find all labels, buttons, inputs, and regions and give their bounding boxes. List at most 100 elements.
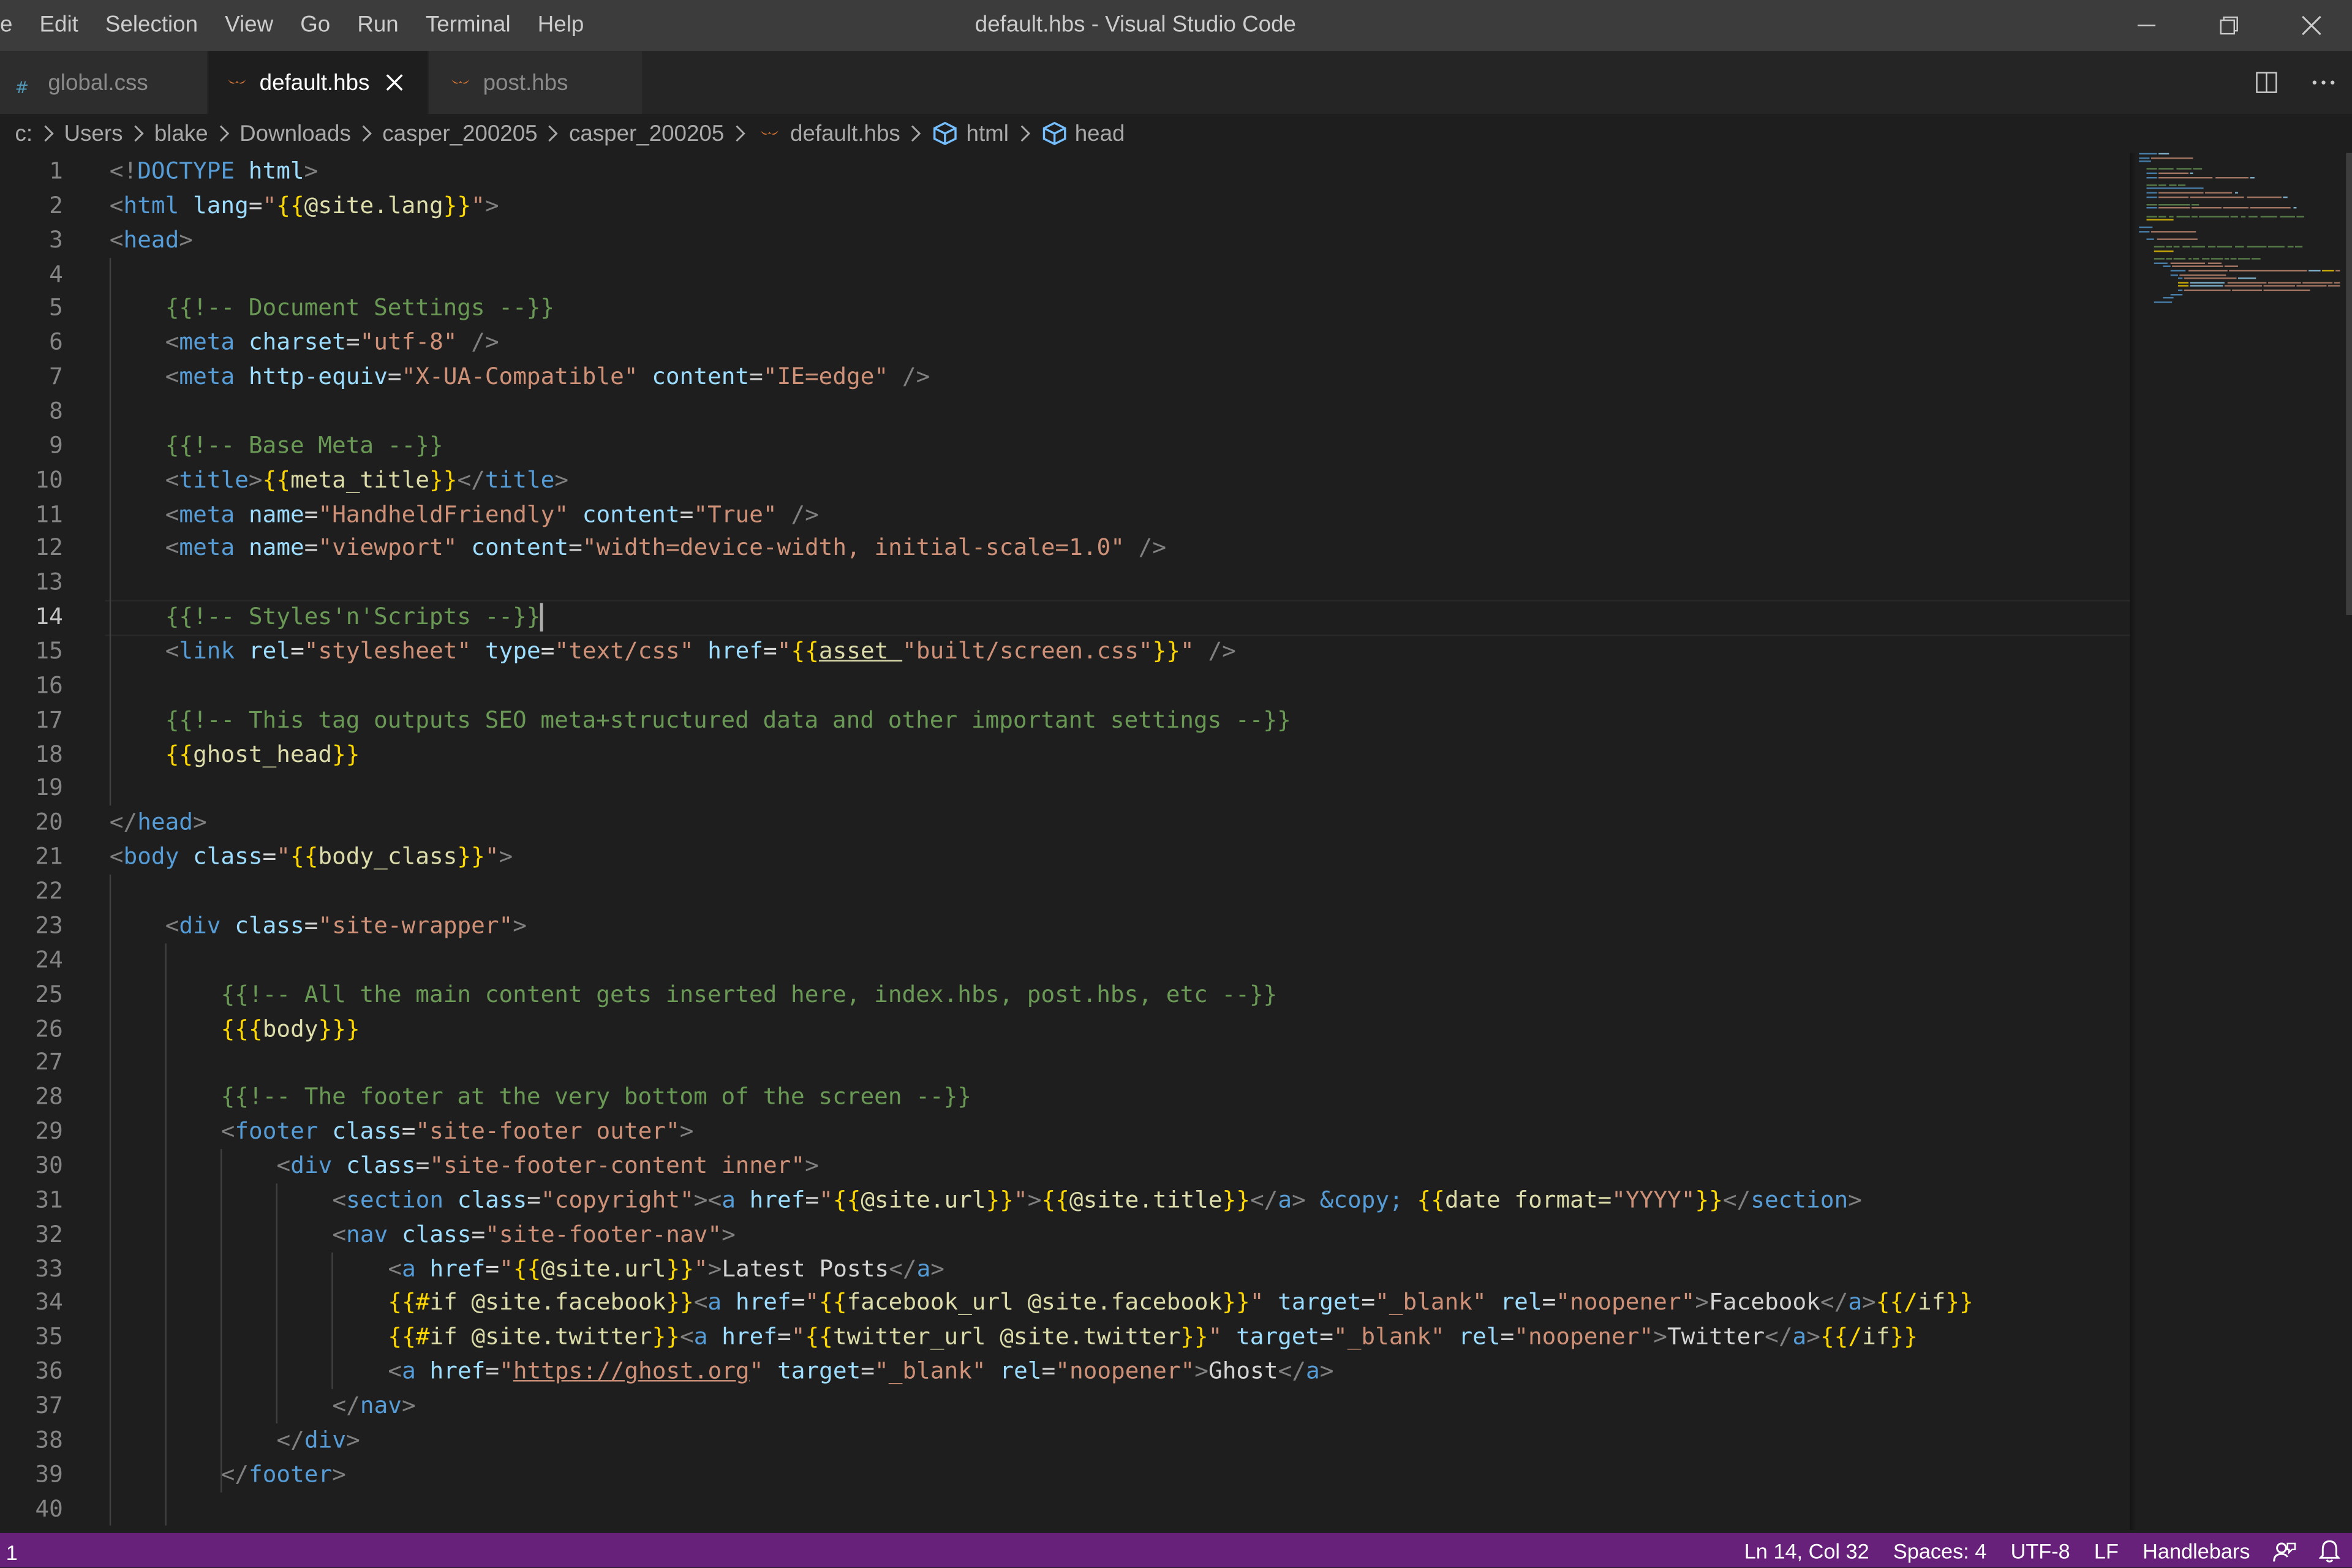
minimap-line xyxy=(2162,266,2170,267)
code-line[interactable]: 19 xyxy=(0,772,2130,806)
line-number: 39 xyxy=(0,1458,63,1492)
code-line[interactable]: 16 xyxy=(0,669,2130,703)
breadcrumb-symbol-html[interactable]: html xyxy=(932,121,1009,146)
line-content: {{!-- Styles'n'Scripts --}} xyxy=(110,600,541,635)
minimap-line xyxy=(2279,216,2294,217)
code-line[interactable]: 31 <section class="copyright"><a href="{… xyxy=(0,1183,2130,1218)
feedback-button[interactable] xyxy=(2262,1538,2307,1562)
status-language[interactable]: Handlebars xyxy=(2131,1531,2263,1567)
line-content: <div class="site-wrapper"> xyxy=(110,909,527,943)
code-line[interactable]: 30 <div class="site-footer-content inner… xyxy=(0,1149,2130,1183)
minimap-line xyxy=(2267,282,2301,283)
code-line[interactable]: 25 {{!-- All the main content gets inser… xyxy=(0,978,2130,1012)
code-line[interactable]: 22 xyxy=(0,875,2130,909)
close-tab-icon[interactable] xyxy=(385,72,405,93)
line-number: 18 xyxy=(0,737,63,772)
line-number: 33 xyxy=(0,1252,63,1286)
minimap-line xyxy=(2233,290,2262,291)
line-number: 35 xyxy=(0,1321,63,1355)
breadcrumb-file[interactable]: default.hbs xyxy=(756,121,900,146)
code-line[interactable]: 28 {{!-- The footer at the very bottom o… xyxy=(0,1080,2130,1115)
status-problems[interactable]: 1 xyxy=(6,1533,18,1567)
breadcrumb-item[interactable]: casper_200205 xyxy=(382,121,537,146)
split-editor-button[interactable] xyxy=(2238,51,2295,114)
code-line[interactable]: 23 <div class="site-wrapper"> xyxy=(0,909,2130,943)
breadcrumb-label: default.hbs xyxy=(790,121,900,146)
line-content: <meta charset="utf-8" /> xyxy=(110,326,499,360)
code-line[interactable]: 26 {{{body}}} xyxy=(0,1012,2130,1046)
minimap-line xyxy=(2155,301,2173,303)
notifications-button[interactable] xyxy=(2307,1538,2352,1562)
status-indentation[interactable]: Spaces: 4 xyxy=(1881,1531,1999,1567)
code-line[interactable]: 4 xyxy=(0,257,2130,292)
code-line[interactable]: 24 xyxy=(0,943,2130,978)
indent-guide xyxy=(165,943,167,1526)
minimap-line xyxy=(2139,227,2152,228)
code-line[interactable]: 37 </nav> xyxy=(0,1389,2130,1423)
code-line[interactable]: 10 <title>{{meta_title}}</title> xyxy=(0,463,2130,497)
code-line[interactable]: 32 <nav class="site-footer-nav"> xyxy=(0,1218,2130,1252)
minimize-button[interactable] xyxy=(2105,0,2187,51)
minimap-line xyxy=(2192,208,2221,209)
code-line[interactable]: 20</head> xyxy=(0,806,2130,840)
code-line[interactable]: 18 {{ghost_head}} xyxy=(0,737,2130,772)
minimap-line xyxy=(2174,247,2180,248)
close-window-button[interactable] xyxy=(2269,0,2352,51)
line-number: 27 xyxy=(0,1046,63,1080)
code-line[interactable]: 33 <a href="{{@site.url}}">Latest Posts<… xyxy=(0,1252,2130,1286)
code-line[interactable]: 27 xyxy=(0,1046,2130,1080)
tab-post-hbs[interactable]: post.hbs xyxy=(429,51,642,114)
minimap-line xyxy=(2192,216,2198,217)
code-line[interactable]: 35 {{#if @site.twitter}}<a href="{{twitt… xyxy=(0,1321,2130,1355)
code-line[interactable]: 34 {{#if @site.facebook}}<a href="{{face… xyxy=(0,1286,2130,1321)
code-line[interactable]: 36 <a href="https://ghost.org" target="_… xyxy=(0,1355,2130,1389)
minimap-line xyxy=(2283,196,2287,197)
restore-button[interactable] xyxy=(2187,0,2270,51)
more-actions-button[interactable] xyxy=(2295,51,2352,114)
code-line[interactable]: 13 xyxy=(0,566,2130,600)
code-line[interactable]: 3<head> xyxy=(0,223,2130,257)
code-line[interactable]: 6 <meta charset="utf-8" /> xyxy=(0,326,2130,360)
window-title: default.hbs - Visual Studio Code xyxy=(0,0,2271,51)
code-line[interactable]: 12 <meta name="viewport" content="width=… xyxy=(0,532,2130,566)
minimap[interactable] xyxy=(2130,153,2352,1530)
line-number: 28 xyxy=(0,1080,63,1115)
minimap-line xyxy=(2158,204,2190,205)
breadcrumb-item[interactable]: Downloads xyxy=(239,121,351,146)
line-content: <title>{{meta_title}}</title> xyxy=(110,463,568,497)
code-line[interactable]: 29 <footer class="site-footer outer"> xyxy=(0,1115,2130,1149)
breadcrumb-item[interactable]: c: xyxy=(15,121,32,146)
line-content: <nav class="site-footer-nav"> xyxy=(110,1218,736,1252)
code-line[interactable]: 15 <link rel="stylesheet" type="text/css… xyxy=(0,635,2130,669)
code-line[interactable]: 2<html lang="{{@site.lang}}"> xyxy=(0,189,2130,223)
indent-guide xyxy=(110,875,111,1526)
code-line[interactable]: 39 </footer> xyxy=(0,1458,2130,1492)
code-line[interactable]: 40 xyxy=(0,1492,2130,1526)
tab-default-hbs[interactable]: default.hbs xyxy=(208,51,428,114)
status-cursor-position[interactable]: Ln 14, Col 32 xyxy=(1732,1531,1881,1567)
code-line[interactable]: 9 {{!-- Base Meta --}} xyxy=(0,429,2130,463)
minimap-slider[interactable] xyxy=(2346,153,2352,615)
minimap-line xyxy=(2231,258,2237,260)
minimap-line xyxy=(2287,247,2293,248)
tab-global-css[interactable]: # global.css xyxy=(0,51,207,114)
code-line[interactable]: 21<body class="{{body_class}}"> xyxy=(0,840,2130,875)
code-line[interactable]: 5 {{!-- Document Settings --}} xyxy=(0,292,2130,326)
code-line[interactable]: 11 <meta name="HandheldFriendly" content… xyxy=(0,497,2130,532)
status-encoding[interactable]: UTF-8 xyxy=(1999,1531,2082,1567)
code-editor[interactable]: 1<!DOCTYPE html>2<html lang="{{@site.lan… xyxy=(0,153,2130,1530)
breadcrumb-item[interactable]: Users xyxy=(64,121,123,146)
editor-actions xyxy=(2238,51,2352,114)
code-line[interactable]: 1<!DOCTYPE html> xyxy=(0,154,2130,189)
code-line[interactable]: 38 </div> xyxy=(0,1423,2130,1458)
status-eol[interactable]: LF xyxy=(2082,1531,2130,1567)
code-line[interactable]: 14 {{!-- Styles'n'Scripts --}} xyxy=(0,600,2130,635)
code-line[interactable]: 8 xyxy=(0,394,2130,429)
minimap-line xyxy=(2241,216,2247,217)
breadcrumb-symbol-head[interactable]: head xyxy=(1040,121,1125,146)
code-line[interactable]: 7 <meta http-equiv="X-UA-Compatible" con… xyxy=(0,360,2130,394)
code-line[interactable]: 17 {{!-- This tag outputs SEO meta+struc… xyxy=(0,703,2130,737)
breadcrumb-item[interactable]: casper_200205 xyxy=(569,121,724,146)
line-content: <meta name="HandheldFriendly" content="T… xyxy=(110,497,819,532)
breadcrumb-item[interactable]: blake xyxy=(154,121,208,146)
